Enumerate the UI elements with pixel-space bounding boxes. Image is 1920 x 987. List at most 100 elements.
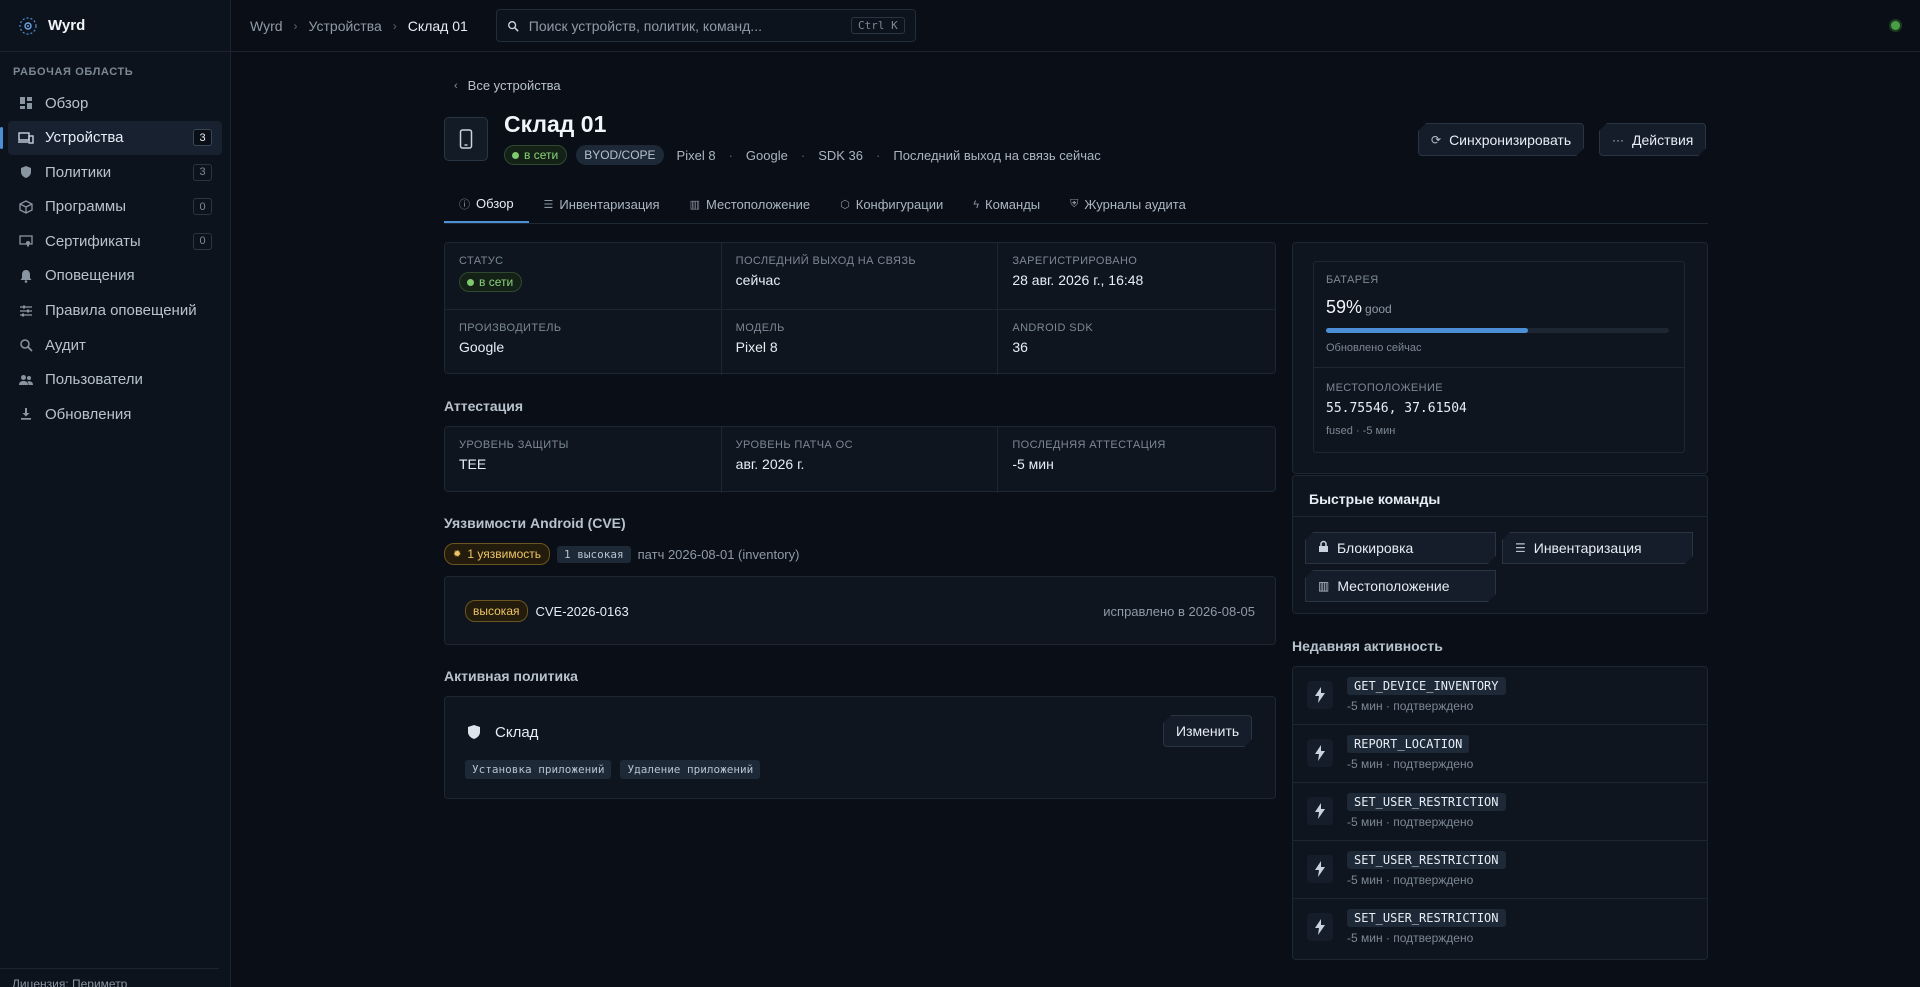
search-input[interactable]: Поиск устройств, политик, команд... Ctrl… bbox=[495, 9, 916, 42]
sidebar-item-label: Устройства bbox=[45, 129, 124, 147]
tab-label: Местоположение bbox=[706, 197, 811, 212]
sidebar-item-label: Сертификаты bbox=[45, 232, 141, 250]
device-manufacturer: Google bbox=[745, 147, 788, 163]
list-item[interactable]: SET_USER_RESTRICTION -5 мин · подтвержде… bbox=[1293, 783, 1707, 841]
device-last-seen: Последний выход на связь сейчас bbox=[893, 147, 1101, 163]
breadcrumb-devices[interactable]: Устройства bbox=[309, 18, 382, 34]
battery-progress-fill bbox=[1326, 328, 1529, 333]
inventory-command-label: Инвентаризация bbox=[1533, 540, 1642, 556]
inventory-command-button[interactable]: ☰ Инвентаризация bbox=[1502, 532, 1693, 564]
warning-icon: ✹ bbox=[453, 548, 462, 560]
kv-last-attestation: ПОСЛЕДНЯЯ АТТЕСТАЦИЯ -5 мин bbox=[998, 427, 1275, 493]
overview-card: СТАТУС в сети ПОСЛЕДНИЙ ВЫХОД НА СВЯЗЬ с… bbox=[444, 242, 1276, 375]
severity-count-badge: 1 высокая bbox=[557, 545, 631, 563]
sidebar-item-policies[interactable]: Политики 3 bbox=[8, 155, 222, 189]
cve-status: исправлено в 2026-08-05 bbox=[1103, 604, 1255, 619]
ownership-badge: BYOD/COPE bbox=[576, 145, 664, 165]
shield-icon bbox=[468, 725, 480, 739]
command-name: SET_USER_RESTRICTION bbox=[1347, 793, 1506, 811]
edit-policy-button[interactable]: Изменить bbox=[1163, 715, 1252, 747]
kv-value: 28 авг. 2026 г., 16:48 bbox=[1012, 272, 1144, 288]
kv-value: авг. 2026 г. bbox=[735, 456, 805, 472]
tab-overview[interactable]: ⓘ Обзор bbox=[444, 186, 529, 223]
separator-dot: · bbox=[728, 147, 733, 163]
package-icon bbox=[18, 199, 34, 215]
patch-info: патч 2026-08-01 (inventory) bbox=[637, 546, 800, 562]
search-icon bbox=[507, 20, 519, 32]
kv-patch-level: УРОВЕНЬ ПАТЧА ОС авг. 2026 г. bbox=[722, 427, 999, 493]
shield-icon: ⛨ bbox=[1070, 198, 1079, 210]
list-item[interactable]: REPORT_LOCATION -5 мин · подтверждено bbox=[1293, 725, 1707, 783]
list-item[interactable]: SET_USER_RESTRICTION -5 мин · подтвержде… bbox=[1293, 841, 1707, 899]
page-title: Склад 01 bbox=[504, 111, 606, 138]
battery-progress bbox=[1326, 328, 1669, 333]
sync-button[interactable]: ⟳ Синхронизировать bbox=[1418, 123, 1584, 156]
actions-button[interactable]: ··· Действия bbox=[1599, 123, 1706, 156]
dashboard-icon bbox=[18, 95, 34, 111]
sidebar-item-users[interactable]: Пользователи bbox=[8, 363, 222, 397]
kv-value: -5 мин bbox=[1012, 456, 1054, 472]
battery-readout: 59% good bbox=[1326, 297, 1392, 318]
sidebar-item-apps[interactable]: Программы 0 bbox=[8, 190, 222, 224]
shortcut-hint: Ctrl K bbox=[851, 17, 905, 34]
sidebar-item-devices[interactable]: Устройства 3 bbox=[0, 120, 222, 155]
tab-label: Конфигурации bbox=[855, 197, 944, 212]
policy-name[interactable]: Склад bbox=[495, 724, 538, 741]
users-icon bbox=[18, 372, 34, 388]
kv-label: УРОВЕНЬ ПАТЧА ОС bbox=[735, 439, 853, 451]
back-link[interactable]: ‹ Все устройства bbox=[454, 78, 561, 93]
cve-heading: Уязвимости Android (CVE) bbox=[444, 515, 626, 531]
list-icon: ☰ bbox=[1515, 541, 1526, 555]
bolt-icon bbox=[1307, 739, 1333, 767]
sidebar-item-label: Пользователи bbox=[45, 371, 143, 389]
tab-commands[interactable]: ϟ Команды bbox=[958, 186, 1055, 223]
sidebar-item-updates[interactable]: Обновления bbox=[8, 397, 222, 431]
breadcrumb-root[interactable]: Wyrd bbox=[250, 18, 283, 34]
count-badge: 0 bbox=[193, 232, 212, 250]
lock-command-button[interactable]: Блокировка bbox=[1305, 532, 1496, 564]
count-badge: 3 bbox=[193, 163, 212, 181]
location-coords: 55.75546, 37.61504 bbox=[1326, 401, 1467, 416]
kv-last-seen: ПОСЛЕДНИЙ ВЫХОД НА СВЯЗЬ сейчас bbox=[722, 243, 999, 309]
list-item[interactable]: SET_USER_RESTRICTION -5 мин · подтвержде… bbox=[1293, 899, 1707, 957]
attestation-card: УРОВЕНЬ ЗАЩИТЫ TEE УРОВЕНЬ ПАТЧА ОС авг.… bbox=[444, 426, 1276, 493]
tab-inventory[interactable]: ☰ Инвентаризация bbox=[529, 186, 675, 223]
bolt-icon: ϟ bbox=[973, 198, 980, 211]
sidebar-item-label: Аудит bbox=[45, 336, 86, 354]
vulnerability-count-badge: ✹ 1 уязвимость bbox=[444, 543, 551, 565]
info-icon: ⓘ bbox=[459, 198, 470, 211]
policy-heading: Активная политика bbox=[444, 668, 578, 684]
location-command-button[interactable]: ▥ Местоположение bbox=[1305, 570, 1496, 602]
tab-label: Инвентаризация bbox=[559, 197, 660, 212]
status-badge: в сети bbox=[504, 145, 568, 165]
chevron-right-icon: › bbox=[392, 18, 397, 33]
edit-button-label: Изменить bbox=[1176, 723, 1240, 739]
tabs: ⓘ Обзор ☰ Инвентаризация ▥ Местоположение ⬡… bbox=[444, 186, 1708, 224]
sidebar-item-certificates[interactable]: Сертификаты 0 bbox=[8, 224, 222, 258]
license-label: Лицензия: Периметр bbox=[0, 968, 219, 987]
map-icon: ▥ bbox=[689, 199, 700, 211]
devices-icon bbox=[18, 130, 34, 146]
map-icon: ▥ bbox=[1318, 579, 1330, 593]
bell-icon bbox=[18, 268, 34, 284]
command-meta: -5 мин · подтверждено bbox=[1347, 873, 1474, 887]
sidebar-item-alerts[interactable]: Оповещения bbox=[8, 259, 222, 293]
battery-location-box: БАТАРЕЯ 59% good Обновлено сейчас МЕСТОП… bbox=[1313, 261, 1685, 453]
sidebar-item-alert-rules[interactable]: Правила оповещений bbox=[8, 294, 222, 328]
tab-location[interactable]: ▥ Местоположение bbox=[675, 186, 826, 223]
brand[interactable]: Wyrd bbox=[0, 0, 230, 52]
kv-label: ПОСЛЕДНЯЯ АТТЕСТАЦИЯ bbox=[1012, 439, 1166, 451]
sidebar-item-overview[interactable]: Обзор bbox=[8, 86, 222, 120]
sidebar-item-audit[interactable]: Аудит bbox=[8, 328, 222, 362]
kv-value: Pixel 8 bbox=[735, 339, 778, 355]
kv-enrolled: ЗАРЕГИСТРИРОВАНО 28 авг. 2026 г., 16:48 bbox=[998, 243, 1275, 309]
list-item[interactable]: высокая CVE-2026-0163 bbox=[465, 600, 629, 622]
tab-configurations[interactable]: ⬡ Конфигурации bbox=[825, 186, 958, 223]
sidebar-nav: Обзор Устройства 3 Политики 3 Программы … bbox=[0, 86, 230, 431]
cve-list: высокая CVE-2026-0163 исправлено в 2026-… bbox=[444, 576, 1276, 645]
tab-audit-logs[interactable]: ⛨ Журналы аудита bbox=[1055, 186, 1201, 223]
list-item[interactable]: GET_DEVICE_INVENTORY -5 мин · подтвержде… bbox=[1293, 667, 1707, 725]
bolt-icon bbox=[1307, 913, 1333, 941]
kv-value: 36 bbox=[1012, 339, 1028, 355]
quick-commands-heading: Быстрые команды bbox=[1309, 491, 1441, 507]
